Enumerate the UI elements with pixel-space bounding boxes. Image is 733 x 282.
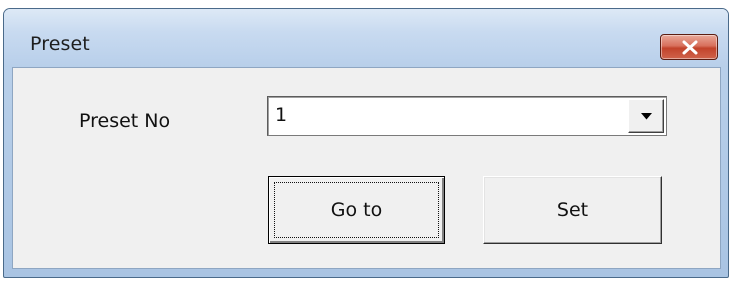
dropdown-button[interactable] <box>628 99 664 133</box>
chevron-down-icon <box>641 113 652 120</box>
preset-no-dropdown[interactable]: 1 <box>267 96 667 136</box>
set-label: Set <box>556 199 589 221</box>
preset-no-value: 1 <box>275 104 288 126</box>
close-button[interactable] <box>660 34 718 60</box>
window-title: Preset <box>30 33 90 55</box>
preset-dialog: Preset Preset No 1 Go to Set <box>0 0 733 282</box>
go-to-label: Go to <box>330 199 383 221</box>
go-to-button[interactable]: Go to <box>268 176 445 244</box>
preset-no-label: Preset No <box>79 110 171 132</box>
set-button[interactable]: Set <box>483 176 662 244</box>
close-icon <box>682 40 698 55</box>
title-bar[interactable] <box>4 9 728 67</box>
